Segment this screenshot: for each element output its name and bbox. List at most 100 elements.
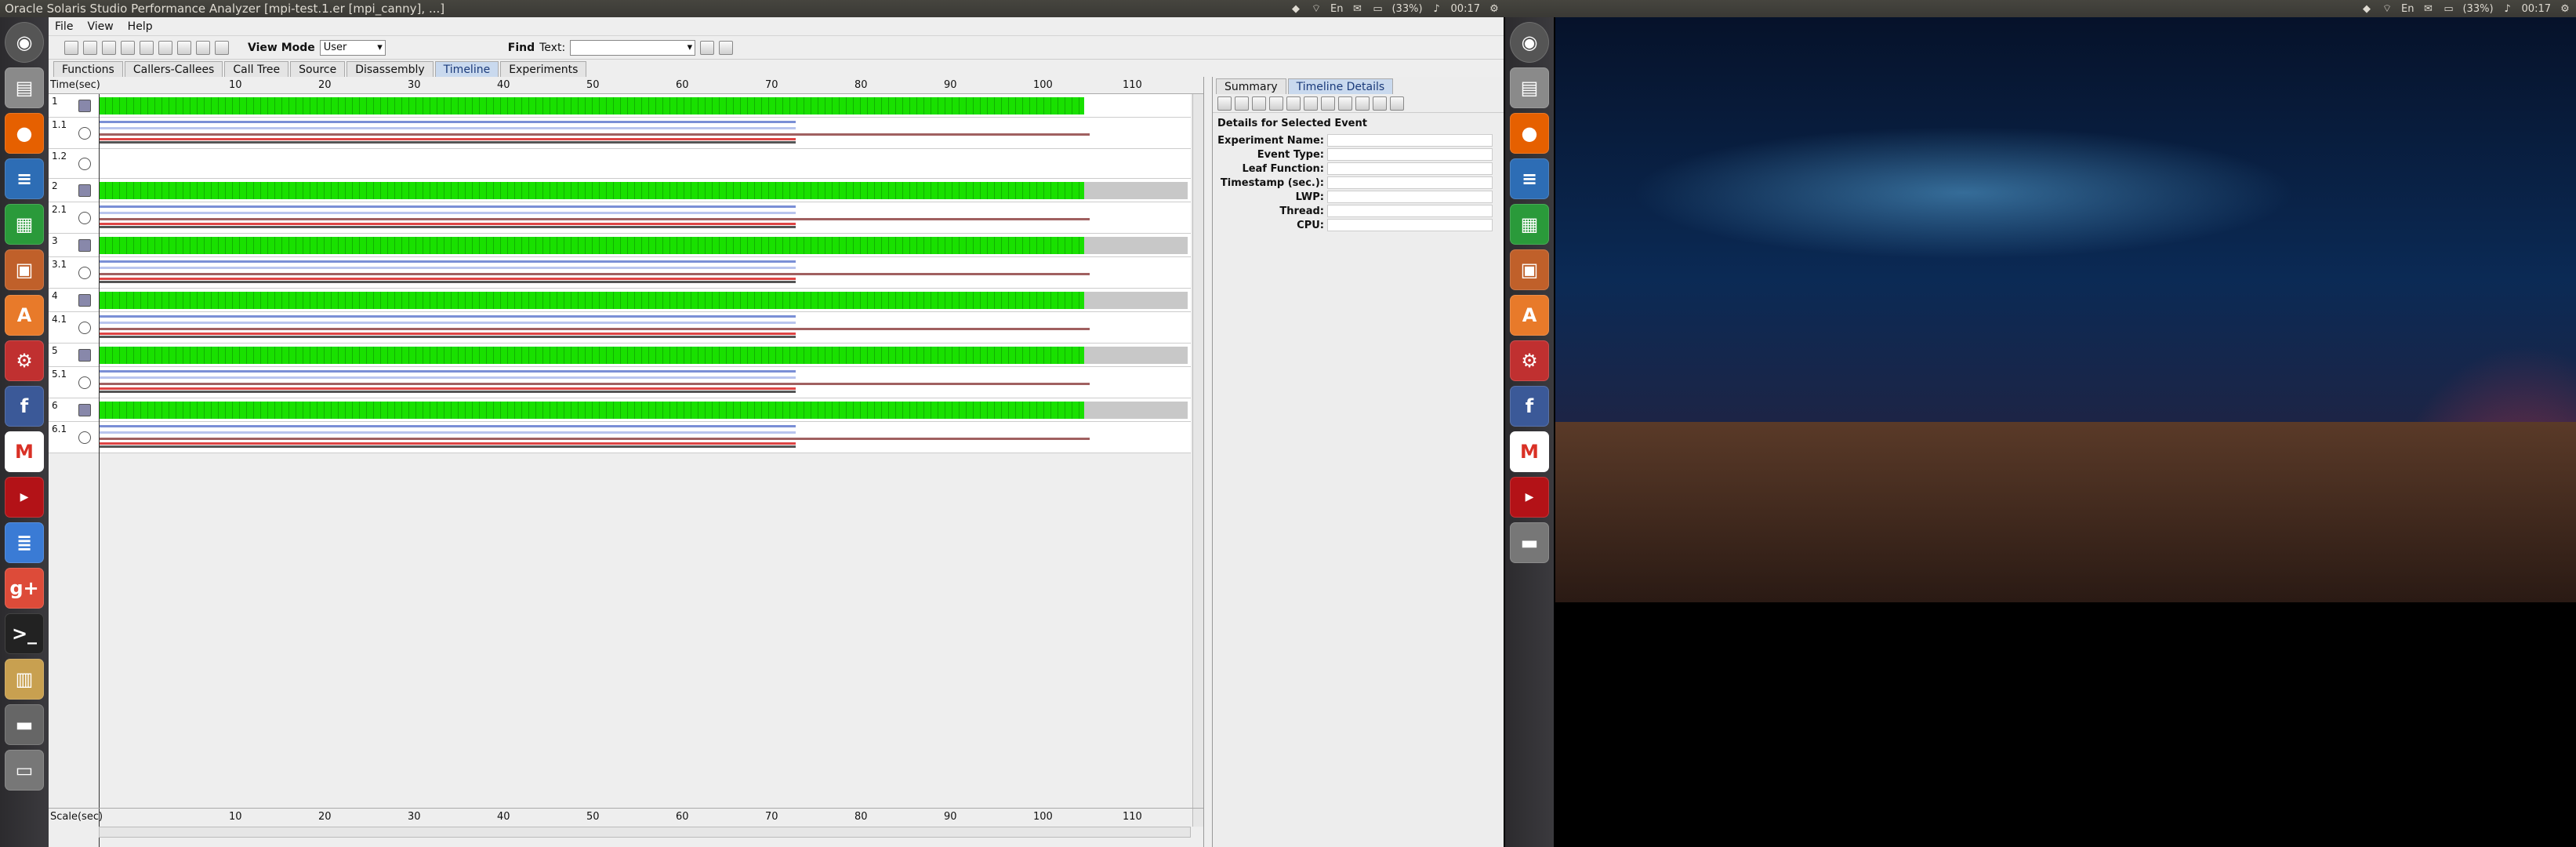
facebook-icon[interactable]: f	[5, 386, 44, 427]
dropbox-icon[interactable]: ◆	[1290, 3, 1302, 15]
home-icon[interactable]	[1304, 96, 1318, 111]
save-icon[interactable]	[121, 40, 135, 55]
tab-call-tree[interactable]: Call Tree	[224, 61, 289, 77]
calc-icon[interactable]: ▦	[5, 204, 44, 245]
tab-summary[interactable]: Summary	[1216, 78, 1286, 94]
find-previous-icon[interactable]	[700, 40, 715, 55]
docs-icon[interactable]: ≣	[5, 522, 44, 563]
software-center-icon[interactable]: A	[5, 295, 44, 336]
youtube-icon[interactable]: ▶	[5, 477, 44, 518]
detail-field-value[interactable]	[1327, 205, 1493, 217]
vertical-scrollbar[interactable]	[1192, 94, 1203, 827]
zoom-reset-icon[interactable]	[1373, 96, 1387, 111]
tab-timeline-details[interactable]: Timeline Details	[1287, 78, 1394, 94]
wifi-icon[interactable]: ⌔	[1310, 2, 1322, 15]
tab-experiments[interactable]: Experiments	[500, 61, 587, 77]
analyzer-icon[interactable]: ▥	[5, 659, 44, 700]
writer-icon[interactable]: ≡	[5, 158, 44, 199]
timeline-row[interactable]: 1	[49, 94, 1191, 118]
gmail-icon[interactable]: M	[5, 431, 44, 472]
timeline-row[interactable]: 5.1	[49, 367, 1191, 398]
detail-field-value[interactable]	[1327, 219, 1493, 231]
mail-icon[interactable]: ✉	[1351, 3, 1363, 15]
timeline-row[interactable]: 5	[49, 344, 1191, 367]
menu-file[interactable]: File	[55, 20, 73, 33]
tab-source[interactable]: Source	[290, 61, 346, 77]
event-track[interactable]	[99, 312, 1188, 343]
event-track[interactable]	[99, 94, 1188, 117]
settings-gear-icon[interactable]: ⚙	[1488, 3, 1500, 15]
zoom-in-icon[interactable]	[1338, 96, 1352, 111]
facebook-icon[interactable]: f	[1510, 386, 1549, 427]
event-track[interactable]	[99, 422, 1188, 453]
step-right-icon[interactable]	[1252, 96, 1266, 111]
timeline-row[interactable]: 1.2	[49, 149, 1191, 179]
battery-icon[interactable]: ▭	[2442, 3, 2454, 15]
firefox-icon[interactable]: ●	[5, 113, 44, 154]
system-settings-icon[interactable]: ⚙	[1510, 340, 1549, 381]
event-track[interactable]	[99, 149, 1188, 178]
event-track[interactable]	[99, 367, 1188, 398]
tab-disassembly[interactable]: Disassembly	[346, 61, 434, 77]
drive-icon[interactable]: ▬	[1510, 522, 1549, 563]
find-next-icon[interactable]	[719, 40, 734, 55]
clock[interactable]: 00:17	[1451, 3, 1480, 15]
timeline-row[interactable]: 6.1	[49, 422, 1191, 453]
battery-icon[interactable]: ▭	[1371, 3, 1384, 15]
timeline-row[interactable]: 6	[49, 398, 1191, 422]
detail-field-value[interactable]	[1327, 134, 1493, 147]
compare-icon[interactable]	[83, 40, 97, 55]
youtube-icon[interactable]: ▶	[1510, 477, 1549, 518]
event-track[interactable]	[99, 234, 1188, 256]
gmail-icon[interactable]: M	[1510, 431, 1549, 472]
timeline-row[interactable]: 2.1	[49, 202, 1191, 234]
zoom-out-icon[interactable]	[1355, 96, 1370, 111]
timeline-row[interactable]: 3	[49, 234, 1191, 257]
event-track[interactable]	[99, 289, 1188, 311]
impress-icon[interactable]: ▣	[1510, 249, 1549, 290]
files-icon[interactable]: ▤	[1510, 67, 1549, 108]
color-chooser-icon[interactable]	[1390, 96, 1404, 111]
event-track[interactable]	[99, 118, 1188, 148]
keyboard-lang[interactable]: En	[1330, 3, 1343, 15]
clock[interactable]: 00:17	[2522, 3, 2551, 15]
calc-icon[interactable]: ▦	[1510, 204, 1549, 245]
volume-icon[interactable]: ♪	[1431, 3, 1443, 15]
timeline-row[interactable]: 2	[49, 179, 1191, 202]
trash-icon[interactable]: ▭	[5, 750, 44, 791]
menu-view[interactable]: View	[87, 20, 113, 33]
reset-icon[interactable]	[1321, 96, 1335, 111]
timeline-row[interactable]: 3.1	[49, 257, 1191, 289]
event-track[interactable]	[99, 398, 1188, 421]
export-icon[interactable]	[140, 40, 154, 55]
tab-functions[interactable]: Functions	[53, 61, 123, 77]
writer-icon[interactable]: ≡	[1510, 158, 1549, 199]
ubuntu-logo-icon[interactable]: ◉	[1510, 22, 1549, 63]
firefox-icon[interactable]: ●	[1510, 113, 1549, 154]
metrics-icon[interactable]	[177, 40, 191, 55]
timeline-rows[interactable]: 1 1.1 1.2 2 2.1 3 3.1 4 4.1 5 5.1 6 6.1	[49, 94, 1191, 482]
volume-icon[interactable]: ♪	[2502, 3, 2514, 15]
files-icon[interactable]: ▤	[5, 67, 44, 108]
filter-icon[interactable]	[196, 40, 210, 55]
tab-timeline[interactable]: Timeline	[434, 61, 499, 77]
drive-icon[interactable]: ▬	[5, 704, 44, 745]
find-text-input[interactable]: ▾	[570, 39, 696, 56]
software-center-icon[interactable]: A	[1510, 295, 1549, 336]
step-left-icon[interactable]	[1235, 96, 1249, 111]
wifi-icon[interactable]: ⌔	[2381, 2, 2393, 15]
event-track[interactable]	[99, 179, 1188, 202]
add-experiment-icon[interactable]	[102, 40, 116, 55]
system-settings-icon[interactable]: ⚙	[5, 340, 44, 381]
step-down-icon[interactable]	[1286, 96, 1301, 111]
detail-field-value[interactable]	[1327, 176, 1493, 189]
timeline-row[interactable]: 1.1	[49, 118, 1191, 149]
horizontal-scrollbar[interactable]	[99, 827, 1191, 838]
step-up-icon[interactable]	[1269, 96, 1283, 111]
event-track[interactable]	[99, 257, 1188, 288]
color-icon[interactable]	[215, 40, 229, 55]
terminal-icon[interactable]: >_	[5, 613, 44, 654]
impress-icon[interactable]: ▣	[5, 249, 44, 290]
mail-icon[interactable]: ✉	[2422, 3, 2434, 15]
timeline-row[interactable]: 4.1	[49, 312, 1191, 344]
